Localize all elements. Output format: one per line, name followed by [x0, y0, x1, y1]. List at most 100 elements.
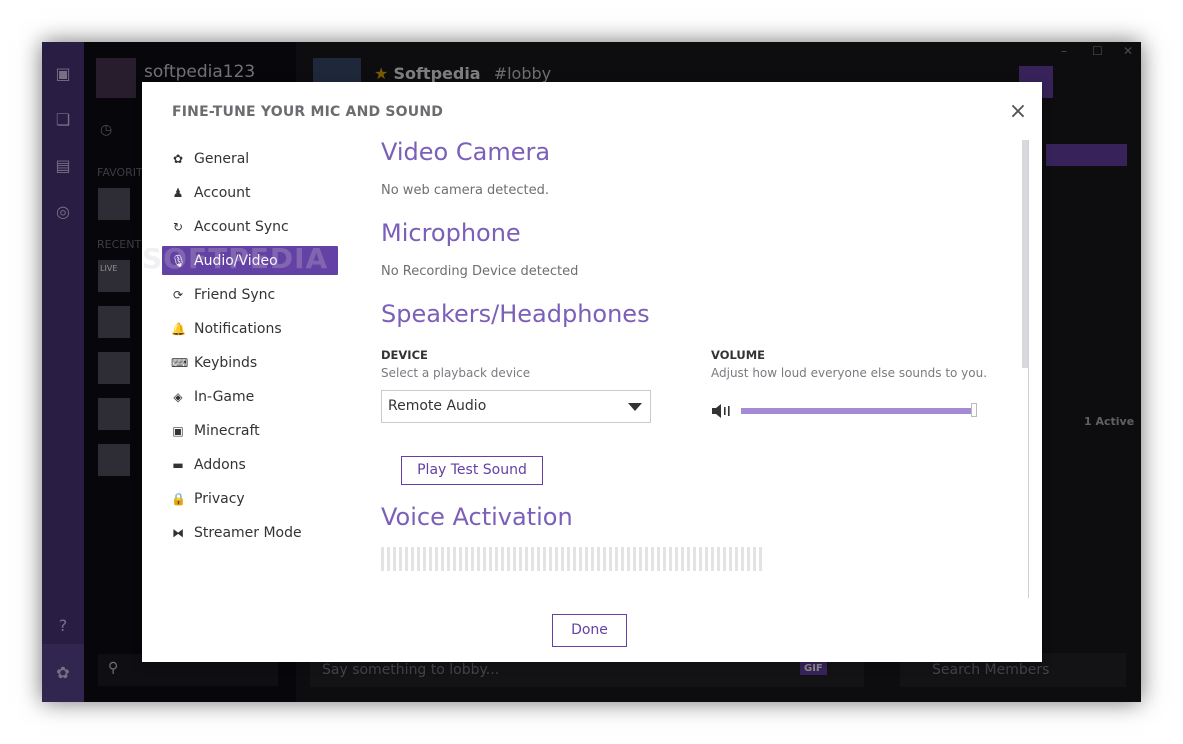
nav-item-notifications[interactable]: 🔔 Notifications [162, 314, 338, 343]
meter-bar [603, 547, 606, 571]
nav-item-account[interactable]: ♟ Account [162, 178, 338, 207]
keyboard-icon: ⌨ [171, 355, 189, 370]
meter-bar [417, 547, 420, 571]
meter-bar [567, 547, 570, 571]
lock-icon: 🔒 [171, 491, 186, 506]
meter-bar [411, 547, 414, 571]
playback-device-select[interactable]: Remote Audio [381, 390, 651, 423]
nav-item-streamer-mode[interactable]: ⧓ Streamer Mode [162, 518, 338, 547]
meter-bar [675, 547, 678, 571]
play-test-sound-button[interactable]: Play Test Sound [401, 456, 543, 485]
meter-bar [705, 547, 708, 571]
meter-bar [615, 547, 618, 571]
meter-bar [633, 547, 636, 571]
meter-bar [555, 547, 558, 571]
volume-hint: Adjust how loud everyone else sounds to … [711, 366, 988, 380]
addons-icon: ▬ [172, 457, 184, 472]
volume-slider-handle[interactable] [971, 403, 977, 417]
nav-item-label: In-Game [194, 388, 255, 405]
meter-bar [513, 547, 516, 571]
nav-item-label: General [194, 150, 250, 167]
meter-bar [663, 547, 666, 571]
streamer-icon: ⧓ [172, 525, 184, 540]
meter-bar [477, 547, 480, 571]
meter-bar [531, 547, 534, 571]
nav-item-label: Friend Sync [194, 286, 276, 303]
nav-item-addons[interactable]: ▬ Addons [162, 450, 338, 479]
meter-bar [549, 547, 552, 571]
meter-bar [483, 547, 486, 571]
meter-bar [381, 547, 384, 571]
sync-icon: ↻ [172, 219, 184, 234]
nav-item-keybinds[interactable]: ⌨ Keybinds [162, 348, 338, 377]
microphone-heading: Microphone [381, 219, 521, 247]
settings-nav: ✿ General ♟ Account ↻ Account Sync 🎙 Audio/Vide… [162, 144, 338, 552]
done-button[interactable]: Done [552, 614, 627, 647]
voice-activation-meter [381, 547, 763, 571]
volume-fill [741, 408, 977, 414]
meter-bar [447, 547, 450, 571]
meter-bar [441, 547, 444, 571]
meter-bar [471, 547, 474, 571]
meter-bar [519, 547, 522, 571]
nav-item-audio-video[interactable]: 🎙 Audio/Video [162, 246, 338, 275]
meter-bar [429, 547, 432, 571]
meter-bar [741, 547, 744, 571]
meter-bar [753, 547, 756, 571]
meter-bar [543, 547, 546, 571]
meter-bar [627, 547, 630, 571]
speakers-heading: Speakers/Headphones [381, 300, 650, 328]
meter-bar [393, 547, 396, 571]
meter-bar [465, 547, 468, 571]
minecraft-icon: ▣ [172, 423, 184, 438]
meter-bar [405, 547, 408, 571]
speaker-icon[interactable] [711, 403, 731, 419]
nav-item-friend-sync[interactable]: ⟳ Friend Sync [162, 280, 338, 309]
meter-bar [693, 547, 696, 571]
meter-bar [669, 547, 672, 571]
playback-device-value: Remote Audio [388, 398, 487, 414]
friend-sync-icon: ⟳ [172, 287, 184, 302]
meter-bar [591, 547, 594, 571]
meter-bar [747, 547, 750, 571]
bell-icon: 🔔 [171, 321, 186, 336]
meter-bar [495, 547, 498, 571]
nav-item-label: Audio/Video [194, 252, 278, 269]
volume-slider[interactable] [741, 403, 977, 417]
meter-bar [651, 547, 654, 571]
device-label: DEVICE [381, 348, 428, 362]
nav-item-account-sync[interactable]: ↻ Account Sync [162, 212, 338, 241]
meter-bar [723, 547, 726, 571]
settings-modal: FINE-TUNE YOUR MIC AND SOUND × ✿ General ♟… [142, 82, 1042, 662]
meter-bar [597, 547, 600, 571]
nav-item-label: Privacy [194, 490, 245, 507]
meter-bar [717, 547, 720, 571]
meter-bar [459, 547, 462, 571]
meter-bar [507, 547, 510, 571]
gear-icon: ✿ [172, 151, 184, 166]
nav-item-label: Minecraft [194, 422, 260, 439]
meter-bar [621, 547, 624, 571]
scrollbar-border [1028, 140, 1029, 598]
nav-item-in-game[interactable]: ◈ In-Game [162, 382, 338, 411]
meter-bar [423, 547, 426, 571]
meter-bar [579, 547, 582, 571]
microphone-icon: 🎙 [171, 253, 187, 268]
nav-item-privacy[interactable]: 🔒 Privacy [162, 484, 338, 513]
video-camera-heading: Video Camera [381, 138, 551, 166]
nav-item-label: Account Sync [194, 218, 289, 235]
meter-bar [435, 547, 438, 571]
meter-bar [759, 547, 762, 571]
meter-bar [609, 547, 612, 571]
meter-bar [453, 547, 456, 571]
close-button[interactable]: × [1006, 100, 1030, 124]
meter-bar [501, 547, 504, 571]
nav-item-label: Addons [194, 456, 246, 473]
nav-item-minecraft[interactable]: ▣ Minecraft [162, 416, 338, 445]
nav-item-label: Streamer Mode [194, 524, 302, 541]
meter-bar [699, 547, 702, 571]
meter-bar [489, 547, 492, 571]
settings-content: Video Camera No web camera detected. Mic… [381, 138, 1021, 598]
volume-label: VOLUME [711, 348, 766, 362]
nav-item-general[interactable]: ✿ General [162, 144, 338, 173]
